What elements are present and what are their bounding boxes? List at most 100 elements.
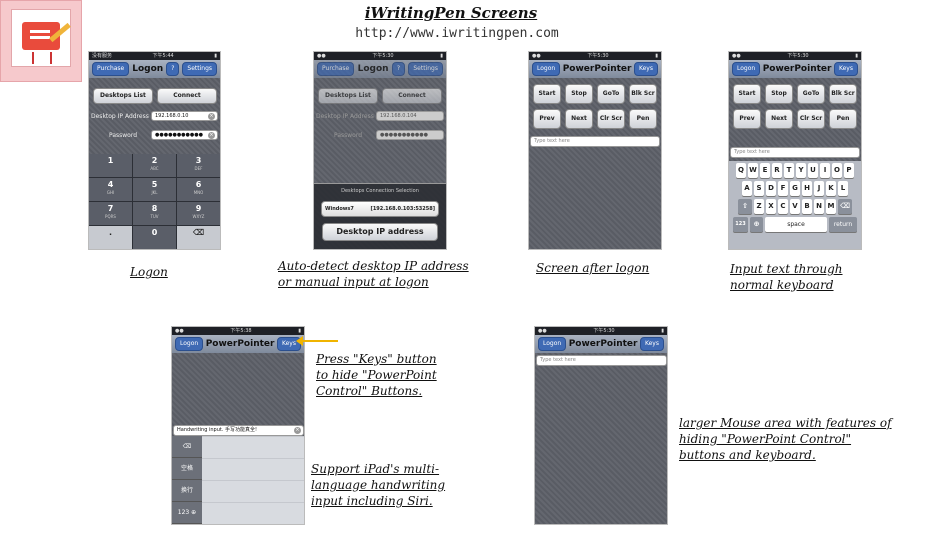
key-c[interactable]: C <box>778 199 788 214</box>
purchase-button[interactable]: Purchase <box>317 62 355 76</box>
key-h[interactable]: H <box>802 181 812 196</box>
desktops-list-button[interactable]: Desktops List <box>318 88 378 104</box>
desktops-list-button[interactable]: Desktops List <box>93 88 153 104</box>
password-value: ●●●●●●●●●●● <box>155 132 203 138</box>
control-button-stop[interactable]: Stop <box>565 84 593 104</box>
text-input[interactable]: Type text here <box>530 136 660 147</box>
return-key[interactable]: return <box>829 217 857 232</box>
key-e[interactable]: E <box>760 163 770 178</box>
text-input[interactable]: Type text here <box>536 355 667 366</box>
handwriting-side-key[interactable]: 123 ⊕ <box>172 502 202 524</box>
keypad-key[interactable]: 7 PQRS <box>89 202 132 225</box>
keypad-key[interactable]: 8 TUV <box>133 202 176 225</box>
control-button-next[interactable]: Next <box>765 109 793 129</box>
key-l[interactable]: L <box>838 181 848 196</box>
key-i[interactable]: I <box>820 163 830 178</box>
keypad-key[interactable]: 9 WXYZ <box>177 202 220 225</box>
keys-button[interactable]: Keys <box>633 62 658 76</box>
handwriting-side-key[interactable]: ⌫ <box>172 436 202 458</box>
keys-button[interactable]: Keys <box>833 62 858 76</box>
control-button-clr-scr[interactable]: Clr Scr <box>797 109 825 129</box>
logon-button[interactable]: Logon <box>532 62 561 76</box>
key-s[interactable]: S <box>754 181 764 196</box>
handwriting-side-key[interactable]: 换行 <box>172 480 202 502</box>
control-button-prev[interactable]: Prev <box>533 109 561 129</box>
control-button-start[interactable]: Start <box>533 84 561 104</box>
ip-address-field[interactable]: 192.168.0.104 <box>376 111 444 121</box>
control-button-start[interactable]: Start <box>733 84 761 104</box>
keypad-key[interactable]: 2 ABC <box>133 154 176 177</box>
keypad-key[interactable]: 5 JKL <box>133 178 176 201</box>
password-field[interactable]: ●●●●●●●●●●● × <box>151 130 218 140</box>
key-r[interactable]: R <box>772 163 782 178</box>
control-button-pen[interactable]: Pen <box>629 109 657 129</box>
control-button-goto[interactable]: GoTo <box>797 84 825 104</box>
desktop-option-windows7[interactable]: Windows7 [192.168.0.103:53258] <box>321 201 439 217</box>
key-x[interactable]: X <box>766 199 776 214</box>
control-button-clr-scr[interactable]: Clr Scr <box>597 109 625 129</box>
keypad-key[interactable]: 1 <box>89 154 132 177</box>
key-f[interactable]: F <box>778 181 788 196</box>
key-q[interactable]: Q <box>736 163 746 178</box>
control-button-goto[interactable]: GoTo <box>597 84 625 104</box>
control-button-prev[interactable]: Prev <box>733 109 761 129</box>
keypad-key[interactable]: 6 MNO <box>177 178 220 201</box>
logon-button[interactable]: Logon <box>175 337 204 351</box>
key-a[interactable]: A <box>742 181 752 196</box>
key-z[interactable]: Z <box>754 199 764 214</box>
key-u[interactable]: U <box>808 163 818 178</box>
key-n[interactable]: N <box>814 199 824 214</box>
logon-button[interactable]: Logon <box>538 337 567 351</box>
clear-icon[interactable]: × <box>294 427 301 434</box>
carrier-label: ●● <box>538 328 547 334</box>
keypad-key[interactable]: 3 DEF <box>177 154 220 177</box>
key-p[interactable]: P <box>844 163 854 178</box>
control-button-pen[interactable]: Pen <box>829 109 857 129</box>
key-d[interactable]: D <box>766 181 776 196</box>
clear-icon[interactable]: × <box>208 113 215 120</box>
control-button-stop[interactable]: Stop <box>765 84 793 104</box>
ip-address-field[interactable]: 192.168.0.10 × <box>151 111 218 121</box>
keypad-key[interactable]: 0 <box>133 226 176 249</box>
key-y[interactable]: Y <box>796 163 806 178</box>
key-m[interactable]: M <box>826 199 836 214</box>
connect-button[interactable]: Connect <box>382 88 442 104</box>
key-v[interactable]: V <box>790 199 800 214</box>
control-button-next[interactable]: Next <box>565 109 593 129</box>
mouse-area[interactable] <box>535 369 667 524</box>
handwriting-pad[interactable] <box>202 436 304 524</box>
website-url[interactable]: http://www.iwritingpen.com <box>352 26 562 41</box>
key-w[interactable]: W <box>748 163 758 178</box>
help-button[interactable]: ? <box>166 62 180 76</box>
logon-button[interactable]: Logon <box>732 62 761 76</box>
keypad-key[interactable]: 4 GHI <box>89 178 132 201</box>
keypad-key[interactable]: . <box>89 226 132 249</box>
control-button-blk-scr[interactable]: Blk Scr <box>829 84 857 104</box>
numbers-key[interactable]: 123 <box>733 217 748 232</box>
text-input[interactable]: Handwriting input. 手写功能真全! × <box>173 425 304 436</box>
key-g[interactable]: G <box>790 181 800 196</box>
space-key[interactable]: space <box>765 217 827 232</box>
key-t[interactable]: T <box>784 163 794 178</box>
purchase-button[interactable]: Purchase <box>92 62 130 76</box>
globe-icon[interactable]: ⊕ <box>750 217 763 232</box>
text-input[interactable]: Type text here <box>730 147 860 158</box>
password-field[interactable]: ●●●●●●●●●●● <box>376 130 444 140</box>
key-o[interactable]: O <box>832 163 842 178</box>
delete-key[interactable]: ⌫ <box>177 226 220 249</box>
desktop-ip-address-button[interactable]: Desktop IP address <box>322 223 438 241</box>
help-button[interactable]: ? <box>391 62 406 76</box>
connect-button[interactable]: Connect <box>157 88 217 104</box>
settings-button[interactable]: Settings <box>408 62 443 76</box>
delete-key[interactable]: ⌫ <box>838 199 852 214</box>
key-j[interactable]: J <box>814 181 824 196</box>
handwriting-side-key[interactable]: 空格 <box>172 458 202 480</box>
control-button-blk-scr[interactable]: Blk Scr <box>629 84 657 104</box>
key-k[interactable]: K <box>826 181 836 196</box>
settings-button[interactable]: Settings <box>182 62 217 76</box>
shift-key[interactable]: ⇧ <box>738 199 752 214</box>
key-number: . <box>108 228 113 237</box>
key-b[interactable]: B <box>802 199 812 214</box>
clear-icon[interactable]: × <box>208 132 215 139</box>
keys-button[interactable]: Keys <box>639 337 664 351</box>
